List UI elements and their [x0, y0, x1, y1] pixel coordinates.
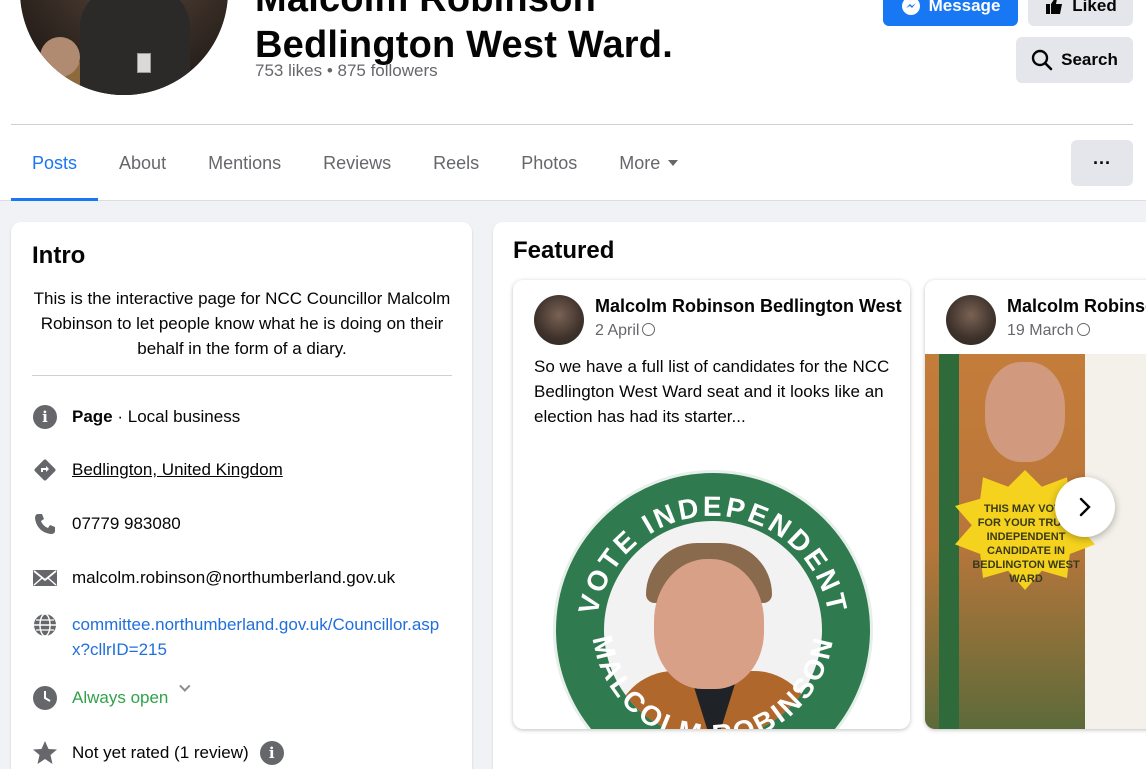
- chevron-right-icon: [1079, 497, 1091, 517]
- thumbs-up-icon: [1046, 0, 1063, 14]
- globe-icon: [1076, 323, 1090, 336]
- intro-hours: Always open: [32, 680, 452, 711]
- intro-bio: This is the interactive page for NCC Cou…: [33, 289, 451, 358]
- intro-card: Intro This is the interactive page for N…: [11, 222, 472, 769]
- ellipsis-icon: ···: [1093, 152, 1111, 173]
- phone-icon: [32, 511, 58, 537]
- message-button[interactable]: Message: [883, 0, 1018, 26]
- page-title-line1: Malcolm Robinson: [255, 0, 673, 22]
- tab-photos-label: Photos: [521, 152, 578, 173]
- post-text: So we have a full list of candidates for…: [534, 357, 890, 426]
- info-icon: i: [32, 404, 58, 430]
- carousel-next-button[interactable]: [1055, 477, 1115, 537]
- page-category: · Local business: [112, 407, 241, 426]
- intro-rating: Not yet rated (1 review) i: [32, 740, 452, 766]
- intro-title: Intro: [32, 242, 86, 269]
- website-link[interactable]: committee.northumberland.gov.uk/Councill…: [72, 612, 442, 662]
- featured-card: Featured Malcolm Robinson Bedlington Wes…: [493, 222, 1146, 769]
- directions-icon: [32, 457, 58, 483]
- page-tabs: Posts About Mentions Reviews Reels Photo…: [11, 125, 699, 201]
- vote-bottom-text: MALCOLM ROBINSON: [586, 632, 836, 729]
- profile-avatar[interactable]: [17, 0, 231, 98]
- phone-number: 07779 983080: [72, 514, 181, 533]
- post-author[interactable]: Malcolm Robinson: [1007, 296, 1146, 317]
- page-header: Malcolm Robinson Bedlington West Ward. 7…: [0, 0, 1146, 201]
- search-icon: [1031, 49, 1053, 71]
- rating-text: Not yet rated (1 review): [72, 743, 249, 762]
- tab-reels-label: Reels: [433, 152, 480, 173]
- page-stats[interactable]: 753 likes • 875 followers: [255, 61, 438, 81]
- info-icon[interactable]: i: [259, 740, 285, 766]
- intro-phone: 07779 983080: [32, 511, 452, 537]
- post-date[interactable]: 19 March: [1007, 322, 1090, 340]
- clock-icon: [32, 685, 58, 711]
- post-image[interactable]: VOTE INDEPENDENT MALCOLM ROBINSON: [553, 470, 873, 729]
- tab-reviews[interactable]: Reviews: [302, 125, 412, 201]
- intro-location: Bedlington, United Kingdom: [32, 457, 452, 483]
- tab-about[interactable]: About: [98, 125, 187, 201]
- avatar[interactable]: [946, 295, 996, 345]
- location-link[interactable]: Bedlington, United Kingdom: [72, 457, 283, 482]
- tab-posts-label: Posts: [32, 152, 78, 173]
- page-title: Malcolm Robinson Bedlington West Ward.: [255, 0, 673, 68]
- intro-website: committee.northumberland.gov.uk/Councill…: [32, 612, 452, 662]
- tab-more-label: More: [619, 152, 661, 173]
- vote-top-text: VOTE INDEPENDENT: [572, 491, 850, 617]
- post-image-poster: [1085, 354, 1146, 729]
- post-date-text: 19 March: [1007, 322, 1074, 339]
- avatar[interactable]: [534, 295, 584, 345]
- chevron-down-icon[interactable]: [179, 680, 191, 692]
- hours-status[interactable]: Always open: [72, 685, 168, 710]
- search-label: Search: [1061, 50, 1118, 69]
- post-image-face: [985, 362, 1065, 462]
- intro-divider: [32, 375, 452, 376]
- tab-mentions-label: Mentions: [208, 152, 282, 173]
- post-date[interactable]: 2 April: [595, 322, 656, 340]
- tab-reviews-label: Reviews: [323, 152, 392, 173]
- intro-email: malcolm.robinson@northumberland.gov.uk: [32, 565, 452, 591]
- post-author[interactable]: Malcolm Robinson Bedlington West: [595, 296, 902, 317]
- intro-page-category: i Page · Local business: [32, 404, 452, 430]
- featured-post[interactable]: Malcolm Robinson Bedlington West 2 April…: [513, 280, 910, 729]
- tab-posts[interactable]: Posts: [11, 125, 99, 201]
- search-button[interactable]: Search: [1016, 37, 1133, 83]
- page-label: Page: [72, 407, 113, 426]
- caret-down-icon: [668, 160, 679, 166]
- vote-badge-text: VOTE INDEPENDENT MALCOLM ROBINSON: [572, 491, 853, 729]
- star-icon: [32, 740, 58, 766]
- featured-title: Featured: [513, 237, 615, 264]
- liked-label: Liked: [1072, 0, 1117, 15]
- globe-icon: [32, 612, 58, 638]
- post-image-edge: [939, 354, 959, 729]
- tab-photos[interactable]: Photos: [500, 125, 598, 201]
- mail-icon: [32, 565, 58, 591]
- post-date-text: 2 April: [595, 322, 640, 339]
- svg-text:VOTE INDEPENDENT: VOTE INDEPENDENT: [572, 491, 853, 617]
- tab-reels[interactable]: Reels: [412, 125, 500, 201]
- tab-more[interactable]: More: [598, 125, 699, 201]
- liked-button[interactable]: Liked: [1028, 0, 1133, 26]
- message-label: Message: [928, 0, 1001, 15]
- svg-text:MALCOLM ROBINSON: MALCOLM ROBINSON: [586, 632, 839, 729]
- email-address[interactable]: malcolm.robinson@northumberland.gov.uk: [72, 565, 395, 590]
- tab-mentions[interactable]: Mentions: [187, 125, 302, 201]
- globe-icon: [642, 323, 656, 336]
- more-options-button[interactable]: ···: [1071, 140, 1133, 186]
- tab-about-label: About: [119, 152, 167, 173]
- messenger-icon: [901, 0, 920, 15]
